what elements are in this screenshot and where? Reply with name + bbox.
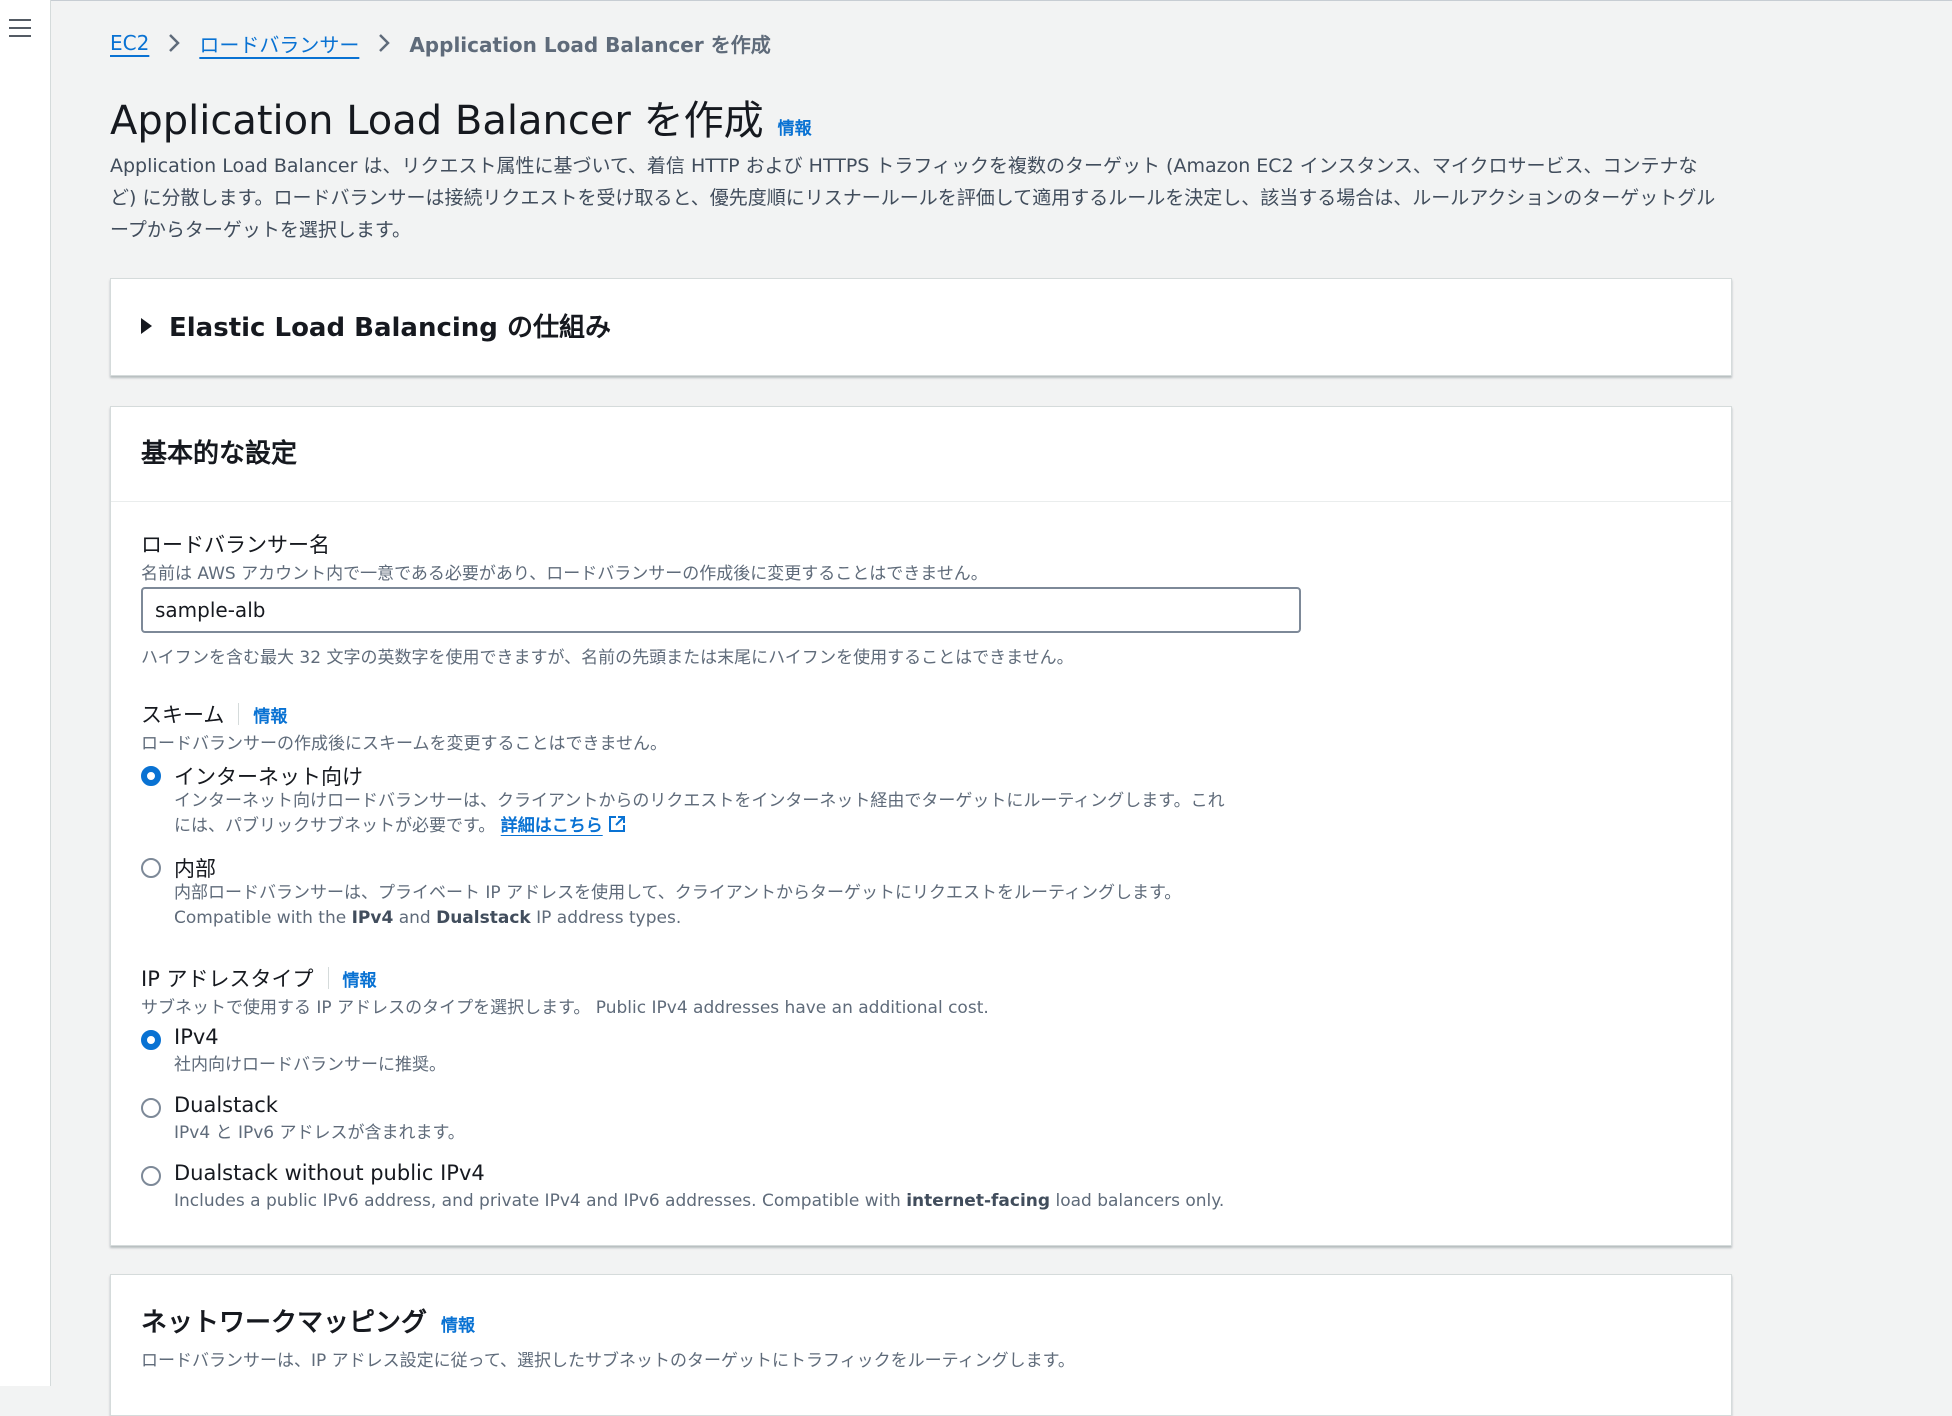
chevron-right-icon xyxy=(159,28,189,58)
label-divider xyxy=(327,967,329,989)
lb-name-label: ロードバランサー名 xyxy=(141,529,330,559)
description-line: には、パブリックサブネットが必要です。 詳細はこちら xyxy=(174,814,1225,839)
scheme-description: ロードバランサーの作成後にスキームを変更することはできません。 xyxy=(141,734,667,754)
page-title-row: Application Load Balancer を作成 情報 xyxy=(110,88,812,146)
description-emphasis: internet-facing xyxy=(906,1191,1051,1211)
ip-type-dualstack-label[interactable]: Dualstack xyxy=(174,1093,278,1117)
breadcrumb-current: Application Load Balancer を作成 xyxy=(409,32,771,57)
description-text: Compatible with the xyxy=(174,908,352,928)
description-text: and xyxy=(393,908,437,928)
description-line: インターネット向けロードバランサーは、クライアントからのリクエストをインターネッ… xyxy=(174,791,1225,811)
ip-type-dualstack-description: IPv4 と IPv6 アドレスが含まれます。 xyxy=(174,1123,465,1143)
scheme-internal-description: 内部ロードバランサーは、プライベート IP アドレスを使用して、クライアントから… xyxy=(174,881,1181,931)
lb-name-description: 名前は AWS アカウント内で一意である必要があり、ロードバランサーの作成後に変… xyxy=(141,564,988,584)
description-line: Compatible with the IPv4 and Dualstack I… xyxy=(174,906,1181,931)
how-it-works-section: Elastic Load Balancing の仕組み xyxy=(110,278,1732,376)
description-text: Includes a public IPv6 address, and priv… xyxy=(174,1191,907,1211)
breadcrumb: EC2 ロードバランサー Application Load Balancer を… xyxy=(110,28,771,58)
ip-type-dualstack-radio[interactable] xyxy=(141,1098,161,1118)
ip-type-label: IP アドレスタイプ 情報 xyxy=(141,963,377,993)
description-emphasis: IPv4 xyxy=(351,908,394,928)
external-link-icon xyxy=(608,816,625,832)
page-description: Application Load Balancer は、リクエスト属性に基づいて… xyxy=(110,155,1716,241)
ip-type-info-link[interactable]: 情報 xyxy=(343,966,377,991)
description-text: load balancers only. xyxy=(1050,1191,1225,1211)
how-it-works-title: Elastic Load Balancing の仕組み xyxy=(169,313,611,343)
learn-more-link-text[interactable]: 詳細はこちら xyxy=(501,816,603,836)
caret-right-icon xyxy=(141,317,152,334)
network-mapping-info-link[interactable]: 情報 xyxy=(441,1311,475,1336)
side-navigation xyxy=(0,0,51,1386)
ip-type-ipv4-description: 社内向けロードバランサーに推奨。 xyxy=(174,1055,446,1075)
how-it-works-expander[interactable]: Elastic Load Balancing の仕組み xyxy=(141,307,611,344)
learn-more-link[interactable]: 詳細はこちら xyxy=(501,816,627,836)
page-title: Application Load Balancer を作成 xyxy=(110,98,764,144)
network-mapping-title-row: ネットワークマッピング 情報 xyxy=(141,1302,475,1339)
network-mapping-title: ネットワークマッピング xyxy=(141,1308,428,1338)
ip-type-dualstack-no-public-ipv4-label[interactable]: Dualstack without public IPv4 xyxy=(174,1161,485,1185)
breadcrumb-ec2-link[interactable]: EC2 xyxy=(110,31,149,55)
page-info-link[interactable]: 情報 xyxy=(778,114,812,139)
description-text: には、パブリックサブネットが必要です。 xyxy=(174,816,496,836)
chevron-right-icon xyxy=(369,28,399,58)
ip-type-ipv4-label[interactable]: IPv4 xyxy=(174,1025,219,1049)
scheme-label: スキーム 情報 xyxy=(141,699,287,729)
network-mapping-description: ロードバランサーは、IP アドレス設定に従って、選択したサブネットのターゲットに… xyxy=(141,1351,1075,1371)
ip-type-dualstack-no-public-ipv4-description: Includes a public IPv6 address, and priv… xyxy=(174,1189,1224,1214)
ip-type-description: サブネットで使用する IP アドレスのタイプを選択します。 Public IPv… xyxy=(141,998,989,1018)
scheme-internet-facing-label[interactable]: インターネット向け xyxy=(174,761,363,791)
scheme-internal-label[interactable]: 内部 xyxy=(174,853,216,883)
lb-name-input[interactable] xyxy=(141,587,1301,633)
lb-name-label-text: ロードバランサー名 xyxy=(141,533,330,557)
scheme-internal-radio[interactable] xyxy=(141,858,161,878)
top-border xyxy=(0,0,1952,1)
description-emphasis: Dualstack xyxy=(436,908,531,928)
ip-type-ipv4-radio[interactable] xyxy=(141,1030,161,1050)
description-text: IP address types. xyxy=(530,908,682,928)
breadcrumb-load-balancers-link[interactable]: ロードバランサー xyxy=(199,29,359,58)
scheme-internet-facing-description: インターネット向けロードバランサーは、クライアントからのリクエストをインターネッ… xyxy=(174,789,1225,839)
scheme-info-link[interactable]: 情報 xyxy=(253,702,287,727)
ip-type-dualstack-no-public-ipv4-radio[interactable] xyxy=(141,1166,161,1186)
ip-type-label-text: IP アドレスタイプ xyxy=(141,967,314,991)
basic-configuration-header: 基本的な設定 xyxy=(111,407,1731,502)
basic-configuration-section: 基本的な設定 ロードバランサー名 名前は AWS アカウント内で一意である必要が… xyxy=(110,406,1732,1246)
basic-configuration-title: 基本的な設定 xyxy=(141,439,298,469)
lb-name-constraint: ハイフンを含む最大 32 文字の英数字を使用できますが、名前の先頭または末尾にハ… xyxy=(141,648,1074,668)
scheme-internet-facing-radio[interactable] xyxy=(141,766,161,786)
hamburger-icon[interactable] xyxy=(9,19,31,37)
scheme-label-text: スキーム xyxy=(141,703,225,727)
label-divider xyxy=(238,703,240,725)
description-line: 内部ロードバランサーは、プライベート IP アドレスを使用して、クライアントから… xyxy=(174,883,1182,903)
network-mapping-section: ネットワークマッピング 情報 ロードバランサーは、IP アドレス設定に従って、選… xyxy=(110,1274,1732,1416)
